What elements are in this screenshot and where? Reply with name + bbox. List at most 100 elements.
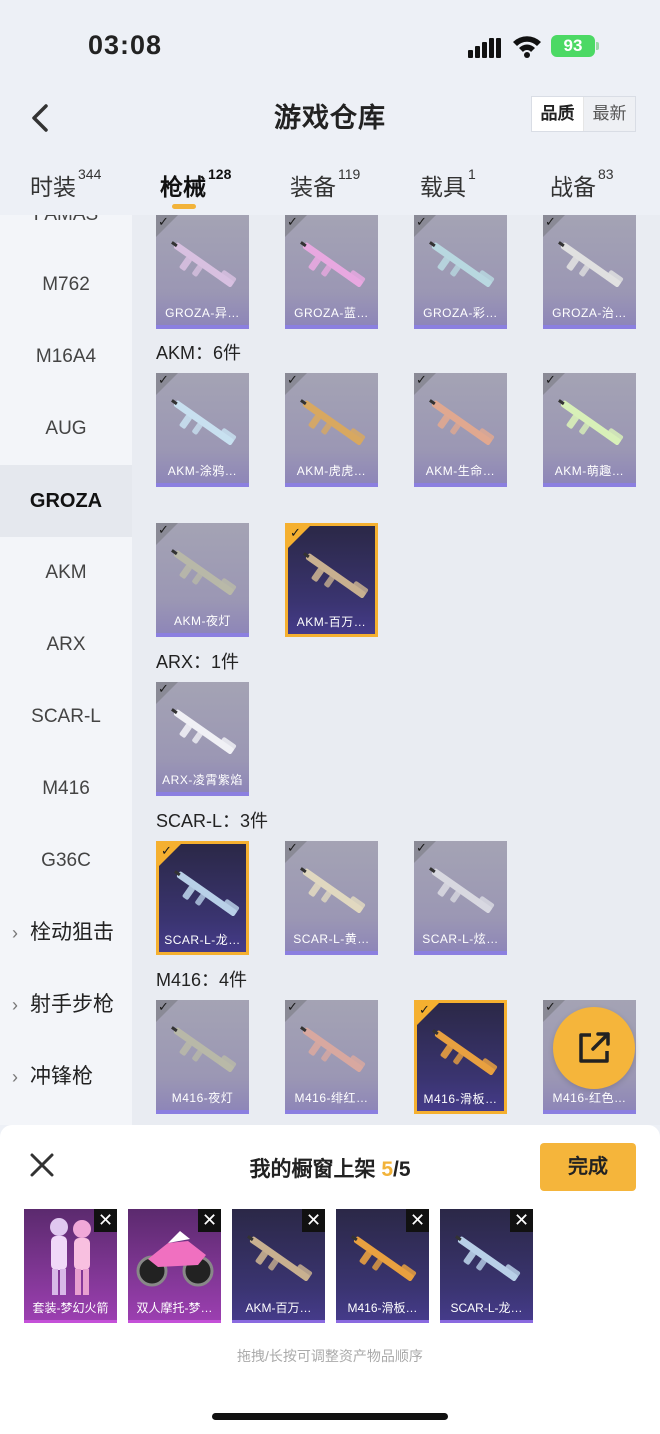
rifle-image (171, 1026, 237, 1072)
sidebar-item-g36c[interactable]: G36C (0, 825, 132, 897)
remove-icon[interactable]: ✕ (510, 1209, 533, 1232)
check-icon: ✓ (545, 215, 556, 229)
section-title-m416: M416：4件 (156, 970, 248, 990)
check-icon: ✓ (287, 1000, 298, 1014)
tab-label: 时装 (30, 174, 76, 200)
remove-icon[interactable]: ✕ (94, 1209, 117, 1232)
rifle-image (171, 549, 237, 595)
tab-count: 128 (208, 166, 232, 182)
rifle-image (429, 867, 495, 913)
sort-quality-button[interactable]: 品质 (532, 97, 584, 131)
tab-fashion[interactable]: 时装 344 (30, 166, 102, 202)
showcase-panel: 我的橱窗上架 5/5 完成 ✕ 套装-梦幻火箭 ✕ 双人摩托-梦… ✕ AKM-… (0, 1125, 660, 1434)
showcase-item[interactable]: ✕ 双人摩托-梦… (128, 1209, 221, 1323)
item-card[interactable]: ✓ M416-绯红… (285, 1000, 378, 1114)
sidebar-item-aug[interactable]: AUG (0, 393, 132, 465)
tab-count: 83 (598, 166, 614, 182)
showcase-total: /5 (393, 1158, 411, 1181)
check-icon: ✓ (158, 1000, 169, 1014)
nav-header: 游戏仓库 品质 最新 (0, 90, 660, 146)
item-card[interactable]: ✓ AKM-生命… (414, 373, 507, 487)
showcase-item-label: 双人摩托-梦… (136, 1301, 213, 1315)
sidebar-category-smg[interactable]: › 冲锋枪 (0, 1041, 132, 1113)
check-icon: ✓ (158, 682, 169, 696)
item-label: M416-夜灯 (171, 1091, 234, 1105)
item-card[interactable]: ✓ M416-夜灯 (156, 1000, 249, 1114)
rifle-image (171, 708, 237, 754)
category-tabs: 时装 344 枪械 128 装备 119 载具 1 战备 83 (0, 150, 660, 215)
showcase-item[interactable]: ✕ SCAR-L-龙… (440, 1209, 533, 1323)
sidebar-item-akm[interactable]: AKM (0, 537, 132, 609)
showcase-item-label: 套装-梦幻火箭 (32, 1301, 109, 1315)
showcase-item-label: AKM-百万… (245, 1301, 312, 1315)
sidebar-item-famas[interactable]: FAMAS (0, 215, 132, 251)
tab-count: 344 (78, 166, 102, 182)
rifle-image (351, 1235, 417, 1281)
tab-equipment[interactable]: 装备 119 (290, 166, 360, 202)
showcase-item-label: M416-滑板… (347, 1301, 418, 1315)
sidebar-item-m16a4[interactable]: M16A4 (0, 321, 132, 393)
item-label: GROZA-异… (165, 306, 240, 320)
check-icon: ✓ (419, 1002, 430, 1017)
item-label: M416-红色… (552, 1091, 627, 1105)
sort-newest-button[interactable]: 最新 (584, 97, 635, 131)
item-card[interactable]: ✓ ARX-凌霄紫焰 (156, 682, 249, 796)
item-label: AKM-夜灯 (173, 614, 231, 628)
chevron-right-icon: › (12, 1067, 18, 1087)
item-card-selected[interactable]: ✓ AKM-百万… (285, 523, 378, 637)
sidebar-item-groza[interactable]: GROZA (0, 465, 132, 537)
item-label: AKM-涂鸦… (167, 464, 238, 478)
rifle-image (174, 870, 240, 916)
item-card[interactable]: ✓ AKM-虎虎… (285, 373, 378, 487)
item-card[interactable]: ✓ AKM-萌趣… (543, 373, 636, 487)
sidebar-category-dmr[interactable]: › 射手步枪 (0, 969, 132, 1041)
share-button[interactable] (553, 1007, 635, 1089)
category-label: 射手步枪 (30, 993, 114, 1016)
tab-label: 载具 (420, 174, 466, 200)
showcase-title-text: 我的橱窗上架 (249, 1158, 376, 1181)
item-card[interactable]: ✓ SCAR-L-炫… (414, 841, 507, 955)
showcase-item[interactable]: ✕ M416-滑板… (336, 1209, 429, 1323)
item-card[interactable]: ✓ GROZA-彩… (414, 215, 507, 329)
rifle-image (432, 1029, 498, 1075)
item-card[interactable]: ✓ SCAR-L-黄… (285, 841, 378, 955)
item-card-selected[interactable]: ✓ M416-滑板… (414, 1000, 507, 1114)
share-icon (579, 1032, 610, 1063)
sidebar-item-m762[interactable]: M762 (0, 249, 132, 321)
sidebar-item-m416[interactable]: M416 (0, 753, 132, 825)
rifle-image (247, 1235, 313, 1281)
sidebar-item-arx[interactable]: ARX (0, 609, 132, 681)
item-card-selected[interactable]: ✓ SCAR-L-龙… (156, 841, 249, 955)
tab-count: 1 (468, 166, 476, 182)
showcase-item[interactable]: ✕ AKM-百万… (232, 1209, 325, 1323)
showcase-item-label: SCAR-L-龙… (450, 1301, 523, 1315)
item-label: SCAR-L-炫… (422, 932, 499, 946)
item-label: M416-绯红… (294, 1091, 369, 1105)
home-indicator (212, 1413, 448, 1420)
check-icon: ✓ (158, 373, 169, 387)
section-title-akm: AKM：6件 (156, 343, 242, 363)
item-card[interactable]: ✓ GROZA-异… (156, 215, 249, 329)
tab-guns[interactable]: 枪械 128 (160, 166, 232, 202)
remove-icon[interactable]: ✕ (406, 1209, 429, 1232)
rifle-image (558, 241, 624, 287)
status-time: 03:08 (88, 30, 163, 60)
remove-icon[interactable]: ✕ (198, 1209, 221, 1232)
section-title-arx: ARX：1件 (156, 652, 240, 672)
tab-vehicles[interactable]: 载具 1 (420, 166, 476, 202)
check-icon: ✓ (416, 215, 427, 229)
item-card[interactable]: ✓ GROZA-蓝… (285, 215, 378, 329)
sidebar-category-bolt-sniper[interactable]: › 栓动狙击 (0, 897, 132, 969)
check-icon: ✓ (416, 841, 427, 855)
check-icon: ✓ (416, 373, 427, 387)
tab-supplies[interactable]: 战备 83 (550, 166, 614, 202)
item-card[interactable]: ✓ AKM-夜灯 (156, 523, 249, 637)
check-icon: ✓ (158, 215, 169, 229)
battery-icon: 93 (551, 35, 595, 57)
item-card[interactable]: ✓ AKM-涂鸦… (156, 373, 249, 487)
done-button[interactable]: 完成 (540, 1143, 636, 1191)
item-card[interactable]: ✓ GROZA-治… (543, 215, 636, 329)
remove-icon[interactable]: ✕ (302, 1209, 325, 1232)
sidebar-item-scar-l[interactable]: SCAR-L (0, 681, 132, 753)
showcase-item[interactable]: ✕ 套装-梦幻火箭 (24, 1209, 117, 1323)
